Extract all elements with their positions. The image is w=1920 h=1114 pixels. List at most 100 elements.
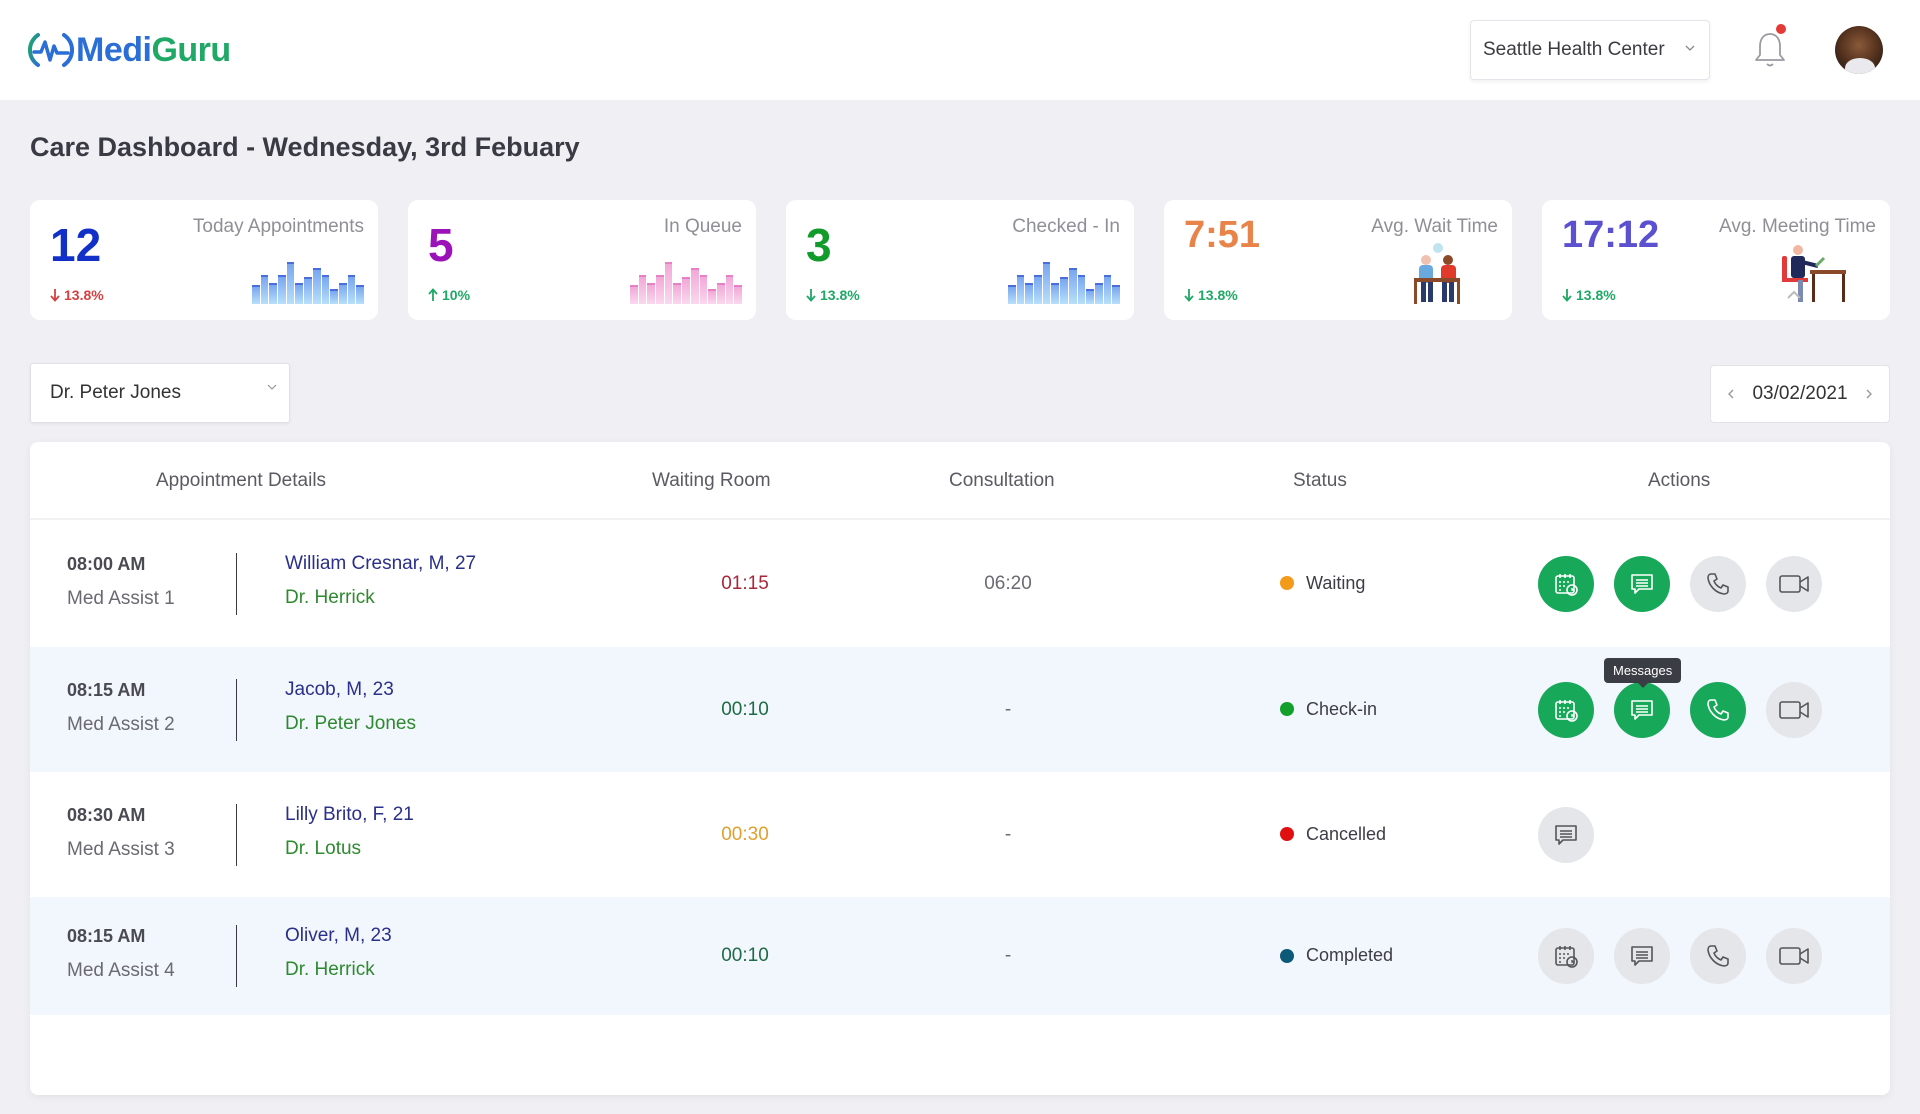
table-row[interactable]: 08:15 AM Med Assist 4 Oliver, M, 23 Dr. Her… (30, 897, 1890, 1015)
waiting-people-illustration (1414, 243, 1460, 304)
mini-bar (725, 274, 734, 304)
patient-name-link[interactable]: Lilly Brito, F, 21 (285, 804, 414, 826)
assigned-doctor: Dr. Lotus (285, 837, 362, 859)
mini-bar (1094, 283, 1103, 304)
appointment-time: 08:30 AM (67, 804, 146, 825)
stat-value: 12 (50, 219, 102, 271)
video-call-button[interactable] (1766, 928, 1822, 984)
calendar-clock-icon (1555, 946, 1578, 968)
message-icon (1631, 699, 1653, 720)
stat-label: Avg. Meeting Time (1718, 216, 1876, 237)
status-label: Completed (1306, 945, 1394, 965)
table-row[interactable]: 08:30 AM Med Assist 3 Lilly Brito, F, 21 Dr… (30, 772, 1890, 897)
video-camera-icon (1779, 574, 1809, 593)
message-button[interactable] (1614, 928, 1670, 984)
status-label: Waiting (1306, 572, 1366, 593)
stat-label: In Queue (663, 216, 742, 237)
mini-bar-chart (252, 262, 364, 304)
health-center-select[interactable]: Seattle Health Center (1470, 20, 1710, 80)
column-header-actions: Actions (1648, 470, 1711, 491)
assigned-doctor: Dr. Peter Jones (285, 712, 416, 734)
page-title: Care Dashboard - Wednesday, 3rd Febuary (30, 132, 580, 162)
stat-trend-value: 10% (442, 287, 471, 303)
patient-name-link[interactable]: William Cresnar, M, 27 (285, 553, 476, 575)
mini-bar (312, 268, 321, 304)
row-actions (1538, 806, 1594, 863)
previous-date-button[interactable] (1725, 387, 1737, 401)
messages-tooltip: Messages (1604, 658, 1682, 688)
waiting-room-time: 01:15 (721, 572, 769, 594)
stat-card-in-queue: 5 In Queue 10% (408, 200, 756, 320)
stat-trend: 13.8% (1562, 287, 1616, 303)
arrow-down-icon (1184, 289, 1194, 302)
mini-bar (269, 283, 278, 304)
column-header-waiting-room: Waiting Room (652, 470, 771, 491)
call-button[interactable] (1690, 555, 1746, 612)
arrow-down-icon (50, 289, 60, 302)
mini-bar (664, 262, 673, 304)
date-value: 03/02/2021 (1752, 383, 1848, 404)
stat-value: 5 (428, 219, 454, 271)
consultation-time: - (1004, 698, 1012, 720)
stat-trend: 13.8% (806, 287, 860, 303)
med-assistant: Med Assist 3 (67, 838, 175, 860)
mini-bar (1060, 276, 1068, 304)
doctor-select-value: Dr. Peter Jones (50, 382, 181, 403)
consultation-time: - (1004, 823, 1012, 845)
user-avatar[interactable] (1835, 26, 1883, 74)
status-dot (1280, 827, 1294, 841)
mini-bar (1008, 285, 1016, 304)
mini-bar (295, 283, 304, 304)
stat-label: Avg. Wait Time (1371, 216, 1498, 237)
mini-bar (1068, 268, 1077, 304)
next-date-button[interactable] (1863, 387, 1875, 401)
mini-bar (734, 285, 742, 304)
message-icon (1555, 824, 1577, 845)
brand-name-guru: Guru (151, 30, 231, 69)
column-header-appointment-details: Appointment Details (156, 470, 327, 491)
row-actions (1538, 555, 1822, 612)
column-header-consultation: Consultation (949, 470, 1055, 491)
mini-bar (1086, 289, 1094, 304)
med-assistant: Med Assist 1 (67, 587, 175, 609)
arrow-down-icon (806, 289, 816, 302)
mini-bar (673, 283, 682, 304)
mini-bar (1103, 274, 1112, 304)
consultation-time: 06:20 (984, 572, 1032, 594)
patient-name-link[interactable]: Jacob, M, 23 (285, 679, 394, 701)
schedule-button[interactable] (1538, 555, 1594, 612)
phone-icon (1707, 945, 1729, 967)
message-button[interactable] (1538, 806, 1594, 863)
assigned-doctor: Dr. Herrick (285, 586, 375, 608)
mini-bar (356, 285, 364, 304)
arrow-up-icon (428, 288, 438, 301)
status-badge: Waiting (1280, 573, 1365, 594)
video-call-button[interactable] (1766, 681, 1822, 738)
video-call-button[interactable] (1766, 555, 1822, 612)
schedule-button[interactable] (1538, 928, 1594, 984)
call-button[interactable] (1690, 928, 1746, 984)
mini-bar (338, 283, 347, 304)
waiting-room-time: 00:10 (721, 698, 769, 720)
mini-bar (304, 276, 312, 304)
stat-trend: 10% (428, 287, 470, 303)
waiting-room-time: 00:30 (721, 823, 769, 845)
assigned-doctor: Dr. Herrick (285, 959, 375, 980)
call-button[interactable] (1690, 681, 1746, 738)
top-bar: MediGuru Seattle Health Center (0, 0, 1920, 100)
patient-name-link[interactable]: Oliver, M, 23 (285, 925, 392, 947)
message-button[interactable] (1614, 681, 1670, 738)
notification-bell-icon[interactable] (1752, 28, 1788, 70)
status-badge: Cancelled (1280, 824, 1386, 845)
message-button[interactable] (1614, 555, 1670, 612)
med-assistant: Med Assist 4 (67, 960, 175, 981)
schedule-button[interactable] (1538, 681, 1594, 738)
mini-bar (716, 283, 725, 304)
mini-bar (330, 289, 338, 304)
stat-label: Checked - In (1012, 216, 1120, 237)
status-dot (1280, 576, 1294, 590)
doctor-select[interactable]: Dr. Peter Jones (30, 363, 290, 423)
table-row[interactable]: 08:00 AM Med Assist 1 William Cresnar, M, … (30, 520, 1890, 647)
video-camera-icon (1779, 947, 1809, 965)
mediguru-logo[interactable]: MediGuru (28, 28, 231, 72)
